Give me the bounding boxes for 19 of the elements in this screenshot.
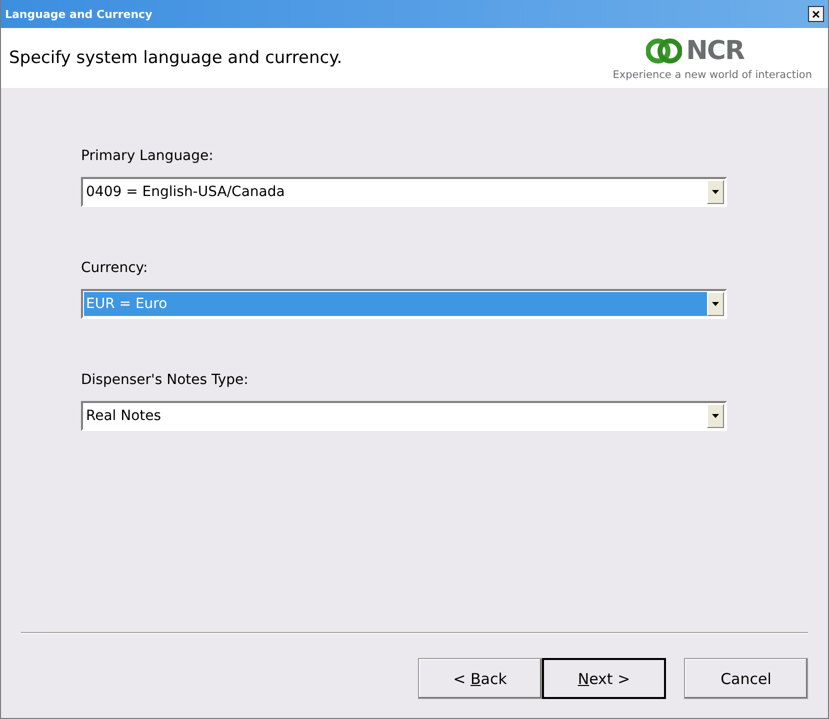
caret-icon [712, 302, 719, 306]
dropdown-arrow-button[interactable] [707, 292, 724, 316]
dialog-button[interactable]: Next > [542, 658, 666, 699]
dropdown-arrow-button[interactable] [707, 180, 724, 204]
dropdown-arrow-button[interactable] [707, 404, 724, 428]
dialog-button[interactable]: < Back [418, 658, 542, 699]
logo-wordmark: NCR [686, 36, 744, 66]
field-label: Primary Language: [81, 148, 214, 164]
logo-tagline: Experience a new world of interaction [612, 69, 812, 81]
dialog-button[interactable]: Cancel [684, 658, 808, 699]
window-title: Language and Currency [5, 8, 152, 20]
caret-icon [712, 190, 719, 194]
instruction-text: Specify system language and currency. [9, 48, 342, 68]
field-label: Currency: [81, 260, 149, 276]
field-label: Dispenser's Notes Type: [81, 372, 250, 388]
close-button[interactable]: × [808, 6, 824, 22]
caret-icon [712, 414, 719, 418]
dropdown-field[interactable]: Real Notes [81, 401, 727, 431]
dropdown-field[interactable]: 0409 = English-USA/Canada [81, 177, 727, 207]
